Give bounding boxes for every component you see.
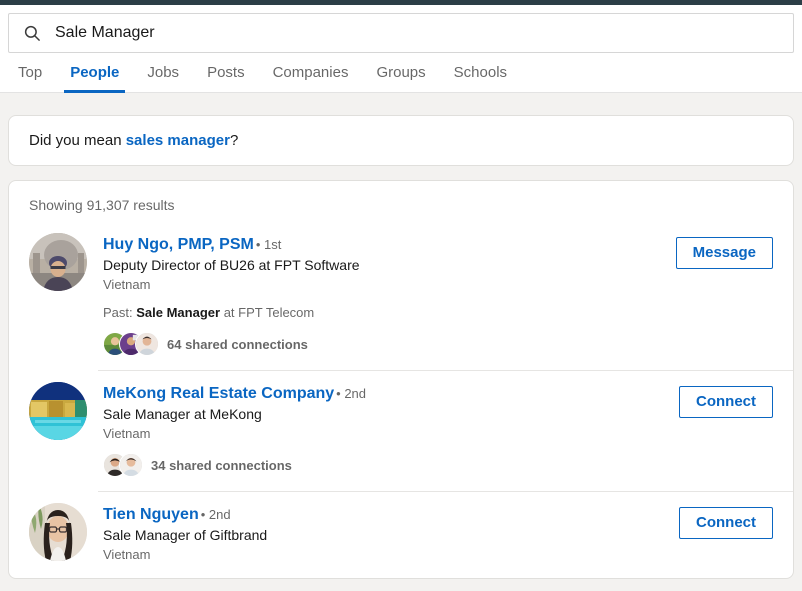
results-count: Showing 91,307 results <box>29 197 175 213</box>
avatar-mosque-portrait-icon <box>29 233 87 291</box>
result-name-line: Tien Nguyen • 2nd <box>103 505 667 525</box>
result-headline: Sale Manager at MeKong <box>103 406 262 422</box>
search-vertical-tabs: Top People Jobs Posts Companies Groups S… <box>0 53 802 93</box>
result-details: MeKong Real Estate Company • 2nd Sale Man… <box>103 382 667 477</box>
result-degree: • 1st <box>255 237 282 252</box>
result-degree: • 2nd <box>200 507 231 522</box>
result-name-link[interactable]: Huy Ngo, PMP, PSM <box>103 236 254 253</box>
result-details: Huy Ngo, PMP, PSM • 1st Deputy Director o… <box>103 233 664 356</box>
tab-posts[interactable]: Posts <box>193 53 259 92</box>
result-name-link[interactable]: MeKong Real Estate Company <box>103 385 334 402</box>
result-action-column: Connect <box>679 382 773 418</box>
tab-companies[interactable]: Companies <box>259 53 363 92</box>
did-you-mean-suggestion-link[interactable]: sales manager <box>126 132 230 149</box>
search-icon <box>24 25 40 41</box>
shared-connections-facepile <box>103 332 159 356</box>
results-page-background: Did you mean sales manager? Showing 91,3… <box>0 93 802 591</box>
facepile-avatar <box>135 332 159 356</box>
search-box[interactable] <box>8 13 794 53</box>
result-degree: • 2nd <box>336 386 367 401</box>
result-past: Past: Sale Manager at FPT Telecom <box>103 304 664 322</box>
search-bar-container <box>0 5 802 53</box>
search-input[interactable] <box>55 14 779 52</box>
result-headline: Deputy Director of BU26 at FPT Software <box>103 257 360 273</box>
avatar[interactable] <box>29 382 87 440</box>
facepile-avatar <box>119 453 143 477</box>
result-item[interactable]: MeKong Real Estate Company • 2nd Sale Man… <box>9 370 793 491</box>
result-location: Vietnam <box>103 547 151 562</box>
tab-groups[interactable]: Groups <box>362 53 439 92</box>
avatar[interactable] <box>29 503 87 561</box>
tab-people[interactable]: People <box>56 53 133 93</box>
result-location: Vietnam <box>103 426 151 441</box>
result-name-link[interactable]: Tien Nguyen <box>103 506 199 523</box>
avatar-resort-pool-icon <box>29 382 87 440</box>
shared-connections-facepile <box>103 453 143 477</box>
shared-connections-text: 34 shared connections <box>151 457 292 473</box>
result-details: Tien Nguyen • 2nd Sale Manager of Giftbra… <box>103 503 667 564</box>
result-past-title: Sale Manager <box>136 305 221 320</box>
result-name-line: MeKong Real Estate Company • 2nd <box>103 384 667 404</box>
tab-top[interactable]: Top <box>8 53 56 92</box>
connect-button[interactable]: Connect <box>679 507 773 539</box>
avatar-woman-portrait-icon <box>29 503 87 561</box>
result-location: Vietnam <box>103 277 151 292</box>
avatar[interactable] <box>29 233 87 291</box>
result-item[interactable]: Huy Ngo, PMP, PSM • 1st Deputy Director o… <box>9 221 793 370</box>
shared-connections-row[interactable]: 34 shared connections <box>103 453 667 477</box>
tab-schools[interactable]: Schools <box>440 53 521 92</box>
result-action-column: Connect <box>679 503 773 539</box>
tab-jobs[interactable]: Jobs <box>133 53 193 92</box>
did-you-mean-suffix: ? <box>229 132 239 149</box>
search-results-card: Showing 91,307 results Huy Ngo, PMP, PSM… <box>8 180 794 579</box>
result-headline: Sale Manager of Giftbrand <box>103 527 268 543</box>
result-past-prefix: Past: <box>103 305 137 320</box>
shared-connections-row[interactable]: 64 shared connections <box>103 332 664 356</box>
connect-button[interactable]: Connect <box>679 386 773 418</box>
message-button[interactable]: Message <box>675 237 773 269</box>
result-name-line: Huy Ngo, PMP, PSM • 1st <box>103 235 664 255</box>
shared-connections-text: 64 shared connections <box>167 336 308 352</box>
result-item[interactable]: Tien Nguyen • 2nd Sale Manager of Giftbra… <box>9 491 793 578</box>
result-past-suffix: at FPT Telecom <box>220 305 315 320</box>
did-you-mean-prefix: Did you mean <box>29 132 126 149</box>
result-action-column: Message <box>675 233 773 269</box>
did-you-mean-card: Did you mean sales manager? <box>8 115 794 166</box>
